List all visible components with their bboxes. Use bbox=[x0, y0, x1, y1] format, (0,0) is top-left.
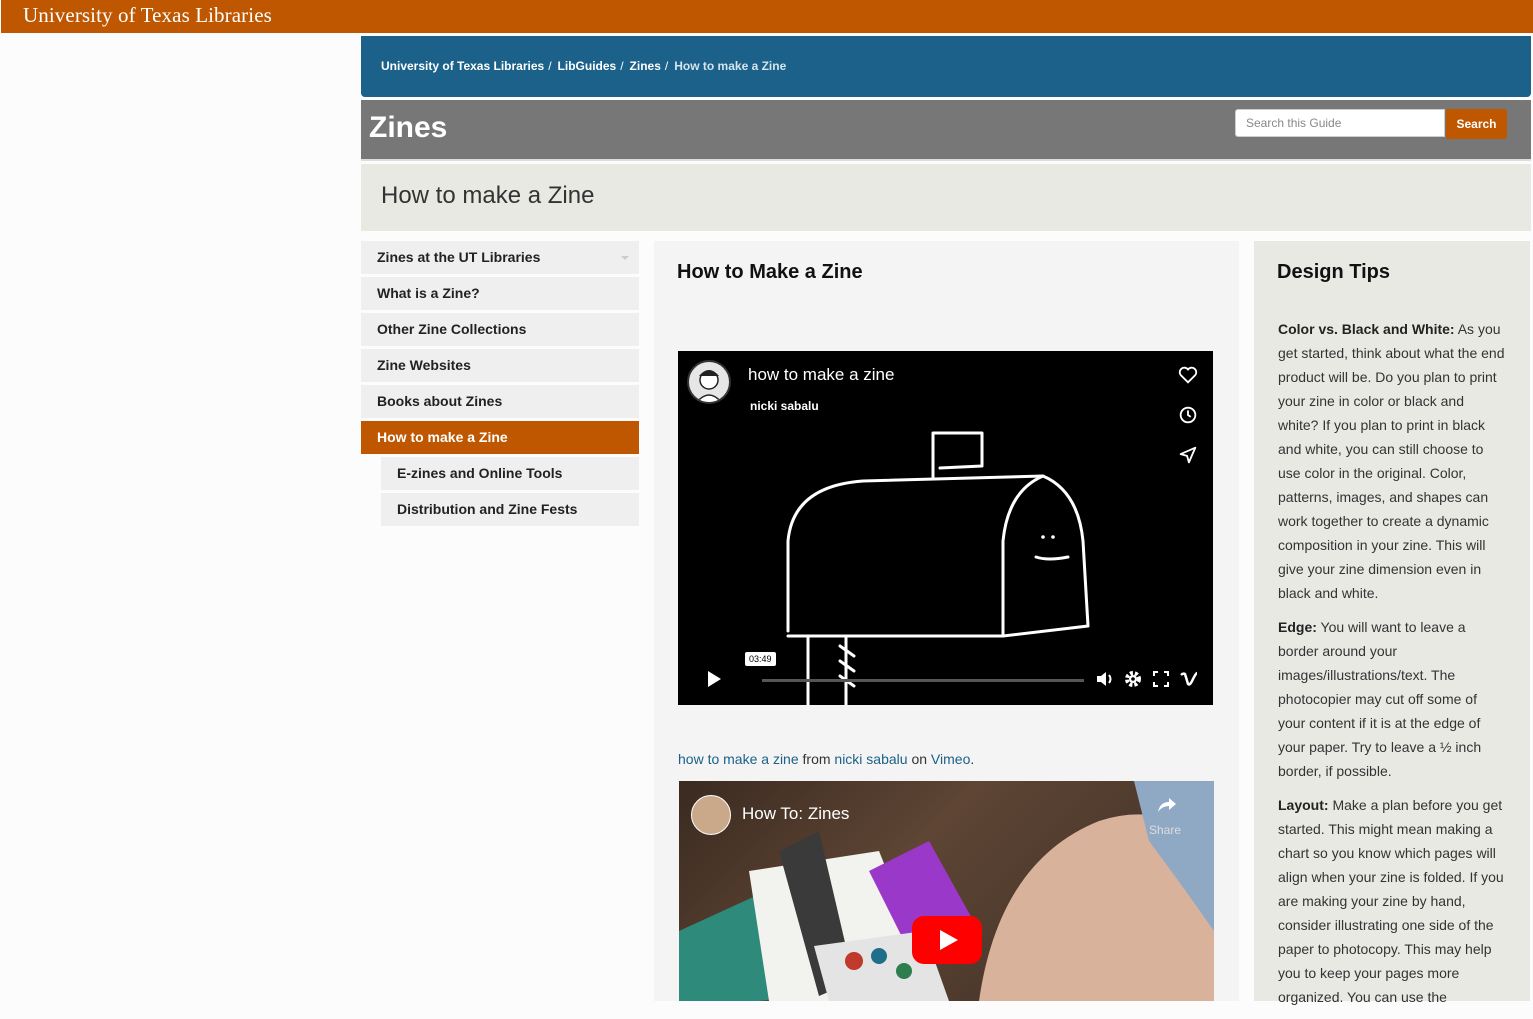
fullscreen-icon[interactable] bbox=[1151, 669, 1171, 689]
share-icon[interactable] bbox=[1155, 793, 1179, 817]
nav-item-label: E-zines and Online Tools bbox=[397, 465, 563, 481]
search-button[interactable]: Search bbox=[1446, 109, 1507, 139]
nav-item-label: Zines at the UT Libraries bbox=[377, 249, 541, 265]
guide-title: Zines bbox=[369, 111, 448, 144]
nav-item-label: Zine Websites bbox=[377, 357, 471, 373]
tip-label: Edge: bbox=[1278, 619, 1317, 635]
heart-icon[interactable] bbox=[1177, 364, 1199, 386]
site-header: University of Texas Libraries bbox=[0, 0, 1533, 33]
breadcrumb-separator: / bbox=[664, 59, 669, 73]
caption-text: on bbox=[907, 751, 931, 767]
breadcrumb-separator: / bbox=[548, 59, 552, 73]
nav-item-other-collections[interactable]: Other Zine Collections bbox=[361, 313, 639, 346]
guide-header: Zines Search bbox=[361, 100, 1531, 161]
nav-subitem-distribution[interactable]: Distribution and Zine Fests bbox=[381, 493, 639, 526]
tip-text: You will want to leave a border around y… bbox=[1278, 619, 1482, 779]
nav-item-label: Distribution and Zine Fests bbox=[397, 501, 578, 517]
author-avatar[interactable] bbox=[687, 360, 731, 404]
nav-item-what-is-a-zine[interactable]: What is a Zine? bbox=[361, 277, 639, 310]
settings-gear-icon[interactable] bbox=[1123, 669, 1143, 689]
vimeo-logo-icon[interactable] bbox=[1179, 669, 1199, 689]
main-content-box: How to Make a Zine how to make a zine ni… bbox=[654, 241, 1239, 1001]
search-input[interactable] bbox=[1235, 109, 1445, 137]
nav-item-label: Other Zine Collections bbox=[377, 321, 527, 337]
nav-subitem-ezines[interactable]: E-zines and Online Tools bbox=[381, 457, 639, 490]
breadcrumb: University of Texas Libraries / LibGuide… bbox=[381, 59, 786, 73]
tip-paragraph: Color vs. Black and White: As you get st… bbox=[1278, 317, 1506, 605]
page-header: How to make a Zine bbox=[361, 164, 1531, 231]
vimeo-link[interactable]: Vimeo bbox=[931, 751, 970, 767]
tip-text: Make a plan before you get started. This… bbox=[1278, 797, 1504, 1005]
channel-avatar[interactable] bbox=[691, 795, 731, 835]
design-tips-heading: Design Tips bbox=[1277, 261, 1390, 283]
tip-paragraph: Layout: Make a plan before you get start… bbox=[1278, 793, 1506, 1009]
nav-item-zines-at-ut[interactable]: Zines at the UT Libraries bbox=[361, 241, 639, 274]
time-tooltip: 03:49 bbox=[745, 652, 776, 666]
progress-bar[interactable] bbox=[762, 679, 1084, 682]
breadcrumb-current: How to make a Zine bbox=[674, 59, 787, 73]
nav-item-label: What is a Zine? bbox=[377, 285, 480, 301]
send-icon[interactable] bbox=[1177, 444, 1199, 466]
main-heading: How to Make a Zine bbox=[677, 261, 863, 283]
design-tips-content: Color vs. Black and White: As you get st… bbox=[1278, 317, 1506, 1019]
caret-down-icon[interactable] bbox=[621, 256, 629, 260]
breadcrumb-bar: University of Texas Libraries / LibGuide… bbox=[361, 36, 1531, 97]
volume-icon[interactable] bbox=[1095, 669, 1115, 689]
breadcrumb-link-ut-libraries[interactable]: University of Texas Libraries bbox=[381, 59, 544, 73]
tip-label: Layout: bbox=[1278, 797, 1329, 813]
vimeo-video-player[interactable]: how to make a zine nicki sabalu 03:49 bbox=[678, 351, 1213, 705]
nav-item-label: How to make a Zine bbox=[377, 429, 508, 445]
video-title[interactable]: how to make a zine bbox=[748, 365, 894, 385]
nav-item-label: Books about Zines bbox=[377, 393, 503, 409]
tip-label: Color vs. Black and White: bbox=[1278, 321, 1455, 337]
author-link[interactable]: nicki sabalu bbox=[834, 751, 907, 767]
caption-text: from bbox=[798, 751, 835, 767]
tip-paragraph: Edge: You will want to leave a border ar… bbox=[1278, 615, 1506, 783]
nav-item-how-to-make-a-zine[interactable]: How to make a Zine bbox=[361, 421, 639, 454]
nav-item-books-about-zines[interactable]: Books about Zines bbox=[361, 385, 639, 418]
caption-text: . bbox=[970, 751, 975, 767]
video-title[interactable]: How To: Zines bbox=[742, 804, 849, 824]
mailbox-illustration bbox=[786, 431, 1090, 705]
side-navigation: Zines at the UT Libraries What is a Zine… bbox=[361, 241, 639, 529]
youtube-video-player[interactable]: How To: Zines Share bbox=[679, 781, 1214, 1001]
breadcrumb-separator: / bbox=[620, 59, 624, 73]
tip-text: As you get started, think about what the… bbox=[1278, 321, 1505, 601]
design-tips-box: Design Tips Color vs. Black and White: A… bbox=[1254, 241, 1530, 1005]
clock-icon[interactable] bbox=[1177, 404, 1199, 426]
video-caption: how to make a zine from nicki sabalu on … bbox=[678, 751, 974, 767]
nav-item-zine-websites[interactable]: Zine Websites bbox=[361, 349, 639, 382]
video-author[interactable]: nicki sabalu bbox=[750, 399, 819, 413]
breadcrumb-link-zines[interactable]: Zines bbox=[630, 59, 661, 73]
video-link[interactable]: how to make a zine bbox=[678, 751, 799, 767]
site-brand-link[interactable]: University of Texas Libraries bbox=[23, 3, 272, 28]
page-title: How to make a Zine bbox=[381, 182, 595, 209]
share-label[interactable]: Share bbox=[1149, 823, 1181, 837]
play-icon[interactable] bbox=[704, 669, 724, 689]
breadcrumb-link-libguides[interactable]: LibGuides bbox=[558, 59, 617, 73]
youtube-play-button-icon[interactable] bbox=[912, 916, 982, 964]
